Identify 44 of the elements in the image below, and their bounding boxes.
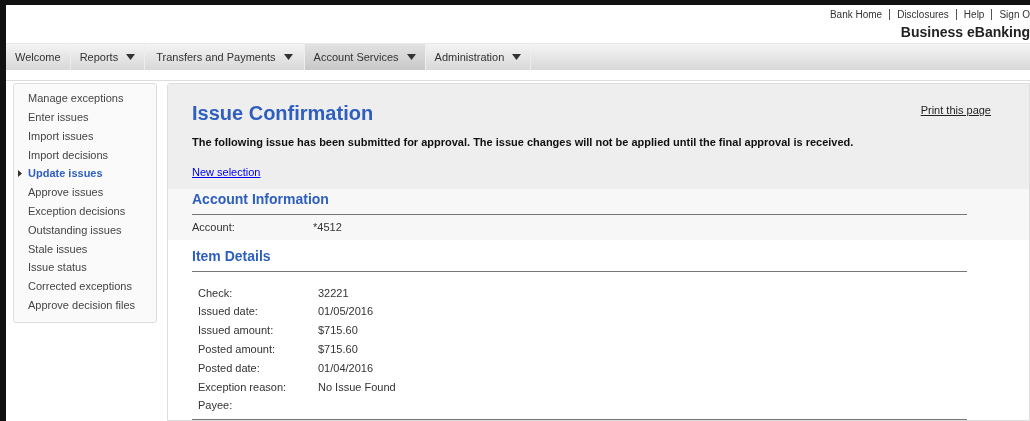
- top-link[interactable]: Sign O: [999, 7, 1030, 22]
- nav-tab[interactable]: Welcome: [6, 44, 71, 70]
- field-label: Posted date:: [198, 360, 261, 376]
- brand-title: Business eBanking: [900, 23, 1030, 42]
- field-label: Posted amount:: [198, 342, 277, 358]
- field-value: *4512: [313, 220, 342, 236]
- sidebar-item[interactable]: Approve issues: [28, 184, 104, 201]
- confirmation-message: The following issue has been submitted for approval. The issue changes will not be applied until the final approval is received.: [192, 135, 855, 150]
- print-link[interactable]: Print this page: [920, 102, 991, 119]
- sidebar-item[interactable]: Import issues: [28, 127, 94, 145]
- sidebar-item[interactable]: Approve decision files: [28, 296, 135, 314]
- field-value: 01/04/2016: [318, 360, 374, 376]
- field-label: Issued date:: [198, 304, 259, 320]
- nav-tab[interactable]: Account Services: [304, 44, 426, 70]
- nav-tab[interactable]: Reports: [70, 44, 146, 70]
- field-value: 01/05/2016: [318, 304, 374, 320]
- field-label: Account:: [192, 220, 236, 236]
- section-heading: Item Details: [192, 246, 272, 266]
- field-label: Payee:: [198, 398, 234, 414]
- field-value: $715.60: [318, 323, 358, 339]
- sidebar-item[interactable]: Exception decisions: [28, 202, 126, 220]
- sidebar-item[interactable]: Enter issues: [28, 108, 89, 126]
- sidebar-item[interactable]: Stale issues: [28, 240, 88, 257]
- field-value: No Issue Found: [318, 379, 396, 395]
- nav-tab[interactable]: Transfers and Payments: [145, 44, 305, 70]
- nav-tab[interactable]: Administration: [425, 44, 532, 70]
- sidebar-item[interactable]: Update issues: [28, 165, 103, 182]
- sidebar-item[interactable]: Outstanding issues: [28, 221, 122, 239]
- sidebar-item[interactable]: Issue status: [28, 259, 87, 276]
- field-value: 32221: [318, 285, 349, 301]
- top-link[interactable]: Help: [963, 7, 985, 22]
- sidebar-item[interactable]: Manage exceptions: [28, 90, 124, 107]
- field-label: Exception reason:: [198, 379, 288, 395]
- top-link[interactable]: Disclosures: [897, 7, 949, 22]
- top-link[interactable]: Bank Home: [829, 7, 883, 22]
- section-heading: Account Information: [192, 189, 330, 209]
- new-selection-link[interactable]: New selection: [192, 163, 261, 180]
- field-label: Check:: [198, 285, 234, 301]
- sidebar-item[interactable]: Corrected exceptions: [28, 278, 132, 295]
- field-label: Issued amount:: [198, 323, 275, 339]
- page-title: Issue Confirmation: [192, 101, 374, 126]
- pointer-icon: [18, 170, 22, 178]
- sidebar-item[interactable]: Import decisions: [28, 146, 109, 164]
- field-value: $715.60: [318, 342, 358, 358]
